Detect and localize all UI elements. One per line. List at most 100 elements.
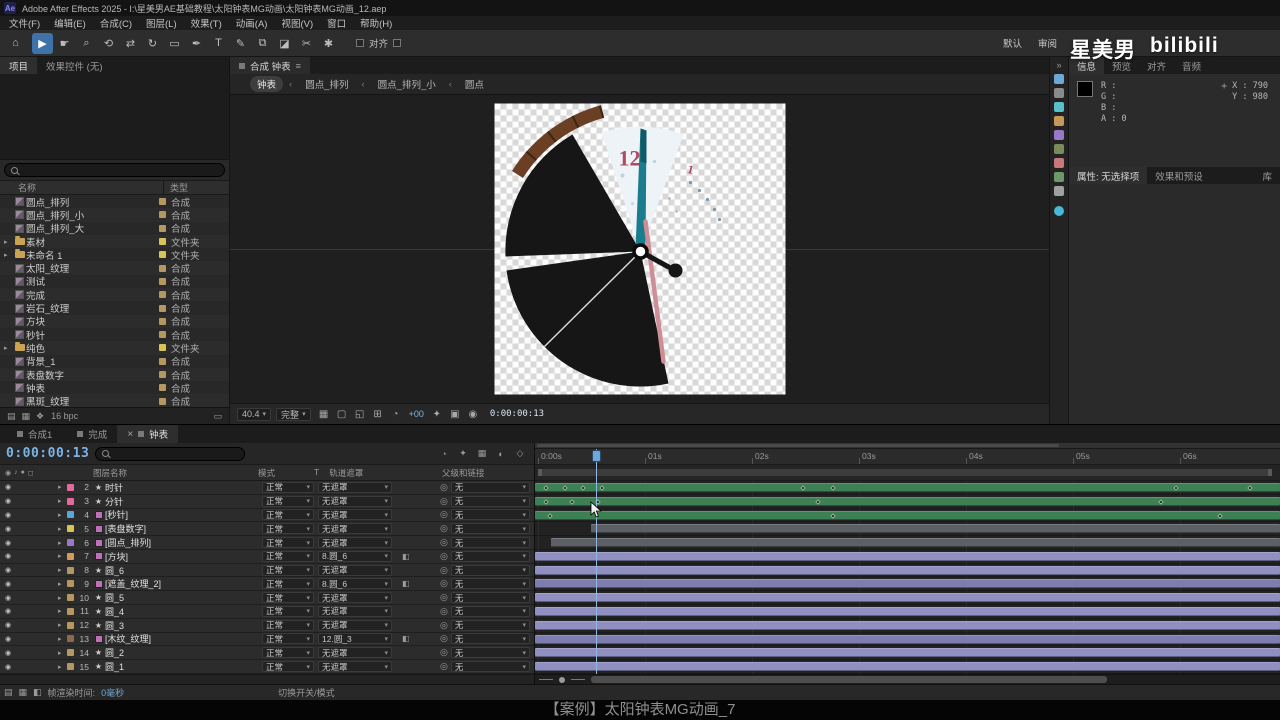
track-matte-dropdown[interactable]: 无遮罩 [318, 592, 392, 604]
timeline-track-row[interactable] [535, 495, 1280, 509]
label-color-chip[interactable] [67, 539, 77, 547]
layer-row[interactable]: ◉ 7 [方块] 正常 8.圆_6 ◧ ◎无 [0, 549, 534, 564]
label-color-chip[interactable] [67, 566, 77, 574]
layer-switches[interactable]: ◉ [0, 511, 46, 519]
project-item[interactable]: 背景_1 合成 [0, 355, 229, 368]
timeline-toggle-icon-draft-3d[interactable]: ✦ [455, 446, 471, 461]
matte-toggle[interactable]: ◧ [396, 552, 440, 561]
parent-dropdown[interactable]: 无 [450, 592, 530, 604]
expander-icon[interactable] [58, 483, 67, 491]
eye-icon[interactable]: ◉ [5, 649, 11, 657]
parent-dropdown[interactable]: 无 [450, 523, 530, 535]
layer-duration-bar[interactable] [535, 510, 1280, 520]
layer-switches[interactable]: ◉ [0, 539, 46, 547]
statusbar-icon[interactable]: ▦ [19, 687, 28, 698]
panel-tab[interactable]: 库 [1254, 167, 1280, 184]
blend-mode-dropdown[interactable]: 正常 [262, 619, 314, 631]
pickwhip-icon[interactable]: ◎ [440, 551, 448, 562]
pickwhip-icon[interactable]: ◎ [440, 565, 448, 576]
layer-search-input[interactable] [95, 446, 246, 461]
layer-duration-bar[interactable] [535, 607, 1280, 617]
parent-dropdown[interactable]: 无 [450, 578, 530, 590]
project-item[interactable]: 秒针 合成 [0, 328, 229, 342]
blend-mode-dropdown[interactable]: 正常 [262, 537, 314, 549]
blend-mode-dropdown[interactable]: 正常 [262, 647, 314, 659]
dock-panel-icon[interactable] [1054, 206, 1064, 216]
layer-name[interactable]: 圆_3 [105, 619, 262, 632]
layer-switches[interactable]: ◉ [0, 635, 46, 643]
menu-item[interactable]: 窗口 [320, 16, 353, 30]
project-item[interactable]: 表盘数字 合成 [0, 368, 229, 382]
label-color-chip[interactable] [159, 238, 166, 246]
track-matte-dropdown[interactable]: 无遮罩 [318, 619, 392, 631]
breadcrumb-item[interactable]: 圆点_排列 [283, 76, 355, 92]
playhead-line[interactable] [596, 449, 597, 674]
layer-row[interactable]: ◉ 5 [表盘数字] 正常 无遮罩 ◎无 [0, 522, 534, 537]
timeline-track-row[interactable] [535, 509, 1280, 523]
resolution-dropdown[interactable]: 完整 [276, 407, 311, 421]
timeline-track-row[interactable] [535, 481, 1280, 495]
column-layer-name[interactable]: 图层名称 [93, 467, 258, 479]
layer-row[interactable]: ◉ 12 圆_3 正常 无遮罩 ◎无 [0, 618, 534, 633]
layer-duration-bar[interactable] [535, 634, 1280, 644]
tool-button-brush[interactable]: ✎ [230, 33, 251, 54]
layer-row[interactable]: ◉ 11 圆_4 正常 无遮罩 ◎无 [0, 605, 534, 619]
timeline-comp-tab[interactable]: 合成1 [2, 425, 62, 443]
pickwhip-icon[interactable]: ◎ [440, 537, 448, 548]
layer-duration-bar[interactable] [590, 524, 1280, 534]
layer-name[interactable]: [圆点_排列] [105, 536, 262, 549]
expander-icon[interactable] [58, 497, 67, 505]
expander-icon[interactable] [58, 525, 67, 533]
layer-switches[interactable]: ◉ [0, 621, 46, 629]
track-matte-dropdown[interactable]: 无遮罩 [318, 495, 392, 507]
layer-switches[interactable]: ◉ [0, 497, 46, 505]
tool-button-type[interactable]: T [208, 33, 229, 54]
tool-button-roto-brush[interactable]: ✂ [296, 33, 317, 54]
pickwhip-icon[interactable]: ◎ [440, 661, 448, 672]
snap-checkbox[interactable] [356, 39, 364, 47]
project-item[interactable]: 黑斑_纹理 合成 [0, 394, 229, 407]
panel-tab[interactable]: 项目 [0, 57, 38, 74]
blend-mode-dropdown[interactable]: 正常 [262, 605, 314, 617]
layer-row[interactable]: ◉ 6 [圆点_排列] 正常 无遮罩 ◎无 [0, 536, 534, 550]
parent-dropdown[interactable]: 无 [450, 647, 530, 659]
timeline-track-area[interactable]: 0:00s 01s 02s 03s 04s 05s 06s [535, 443, 1280, 685]
blend-mode-dropdown[interactable]: 正常 [262, 661, 314, 673]
project-item[interactable]: 圆点_排列_大 合成 [0, 222, 229, 235]
blend-mode-dropdown[interactable]: 正常 [262, 481, 314, 493]
timeline-track-row[interactable] [535, 564, 1280, 578]
column-name[interactable]: 名称 [0, 181, 163, 194]
tool-button-home[interactable]: ⌂ [5, 33, 26, 54]
layer-name[interactable]: 圆_2 [105, 646, 262, 659]
column-track-matte[interactable]: T 轨道遮罩 [314, 467, 392, 479]
dock-panel-icon[interactable] [1054, 116, 1064, 126]
dock-panel-icon[interactable] [1054, 144, 1064, 154]
menu-item[interactable]: 合成(C) [93, 16, 139, 30]
label-color-chip[interactable] [159, 384, 166, 392]
expander-icon[interactable] [58, 621, 67, 629]
expander-icon[interactable] [58, 663, 67, 671]
work-area-bar[interactable] [538, 469, 1272, 476]
project-item[interactable]: 测试 合成 [0, 275, 229, 288]
expander-icon[interactable] [58, 607, 67, 615]
project-footer-icon[interactable]: ▤ [7, 411, 16, 422]
layer-switches[interactable]: ◉ [0, 483, 46, 491]
blend-mode-dropdown[interactable]: 正常 [262, 633, 314, 645]
expander-icon[interactable] [58, 649, 67, 657]
viewer-timecode[interactable]: 0:00:00:13 [490, 409, 544, 419]
layer-name[interactable]: [方块] [105, 550, 262, 563]
layer-name[interactable]: 圆_1 [105, 660, 262, 673]
label-color-chip[interactable] [67, 580, 77, 588]
column-type[interactable]: 类型 [163, 181, 229, 194]
composition-canvas[interactable]: 12 1 [494, 103, 785, 395]
track-matte-dropdown[interactable]: 无遮罩 [318, 509, 392, 521]
eye-icon[interactable]: ◉ [5, 483, 11, 491]
layer-duration-bar[interactable] [535, 579, 1280, 589]
eye-icon[interactable]: ◉ [5, 635, 11, 643]
tool-button-pen[interactable]: ✒ [186, 33, 207, 54]
project-item[interactable]: 完成 合成 [0, 288, 229, 302]
timeline-toggle-icon-composition-mini-flowchart[interactable]: ◔ [436, 446, 452, 461]
pickwhip-icon[interactable]: ◎ [440, 578, 448, 589]
menu-item[interactable]: 动画(A) [229, 16, 275, 30]
timeline-track-row[interactable] [535, 522, 1280, 537]
